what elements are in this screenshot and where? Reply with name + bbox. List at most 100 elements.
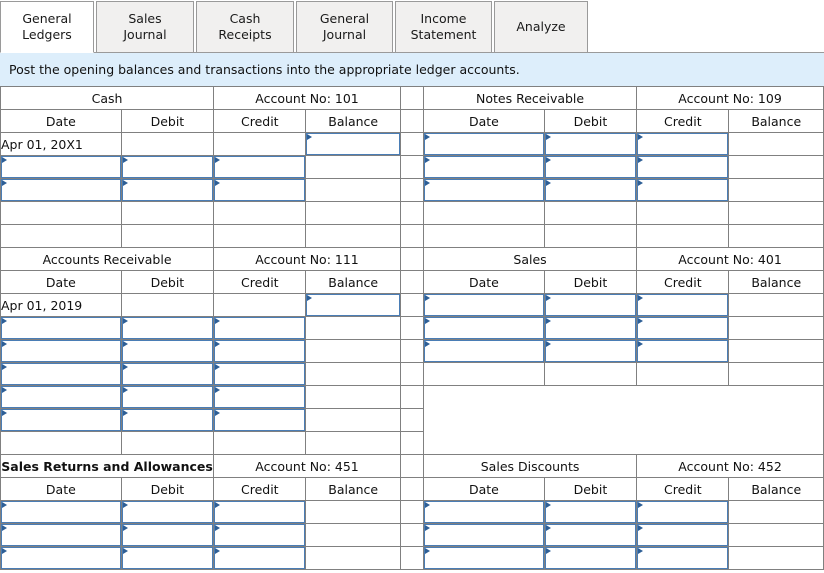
sales-returns-credit-input[interactable]: [213, 523, 307, 547]
accounts-receivable-date-input[interactable]: [0, 385, 122, 409]
gutter-cell: [399, 523, 425, 547]
account-no-sales-returns: Account No: 451: [213, 454, 401, 478]
notes-receivable-credit-input[interactable]: [636, 155, 730, 179]
cash-date-input[interactable]: [0, 155, 122, 179]
sales-discounts-balance-cell: [728, 500, 824, 524]
notes-receivable-credit-input[interactable]: [636, 178, 730, 202]
account-title-notes-receivable: Notes Receivable: [423, 86, 638, 110]
tab-income-statement[interactable]: Income Statement: [395, 1, 492, 53]
cash-credit-input[interactable]: [213, 178, 307, 202]
sales-credit-input[interactable]: [636, 293, 730, 317]
accounts-receivable-credit-input[interactable]: [213, 316, 307, 340]
sales-balance-cell: [728, 293, 824, 317]
sales-credit-input[interactable]: [636, 339, 730, 363]
notes-receivable-debit-input[interactable]: [543, 178, 638, 202]
accounts-receivable-credit-input[interactable]: [213, 385, 307, 409]
sales-date-input[interactable]: [423, 316, 545, 340]
cash-debit-input[interactable]: [120, 178, 215, 202]
account-title-sales-discounts: Sales Discounts: [423, 454, 638, 478]
column-header-balance: Balance: [728, 270, 824, 294]
sales-empty-area: [423, 385, 824, 455]
sales-returns-date-input[interactable]: [0, 500, 122, 524]
column-header-debit: Debit: [543, 270, 638, 294]
sales-returns-debit-input[interactable]: [120, 500, 215, 524]
column-header-balance: Balance: [728, 109, 824, 133]
notes-receivable-date-input[interactable]: [423, 178, 545, 202]
tab-general-journal[interactable]: General Journal: [296, 1, 393, 53]
sales-returns-debit-input[interactable]: [120, 523, 215, 547]
tab-analyze[interactable]: Analyze: [494, 1, 588, 53]
gutter-cell: [399, 178, 425, 202]
gutter-cell: [399, 270, 425, 294]
ledger-row: [0, 155, 824, 179]
sales-returns-date-input[interactable]: [0, 523, 122, 547]
sales-discounts-debit-input[interactable]: [543, 500, 638, 524]
cash-debit-input[interactable]: [120, 155, 215, 179]
sales-returns-debit-input[interactable]: [120, 546, 215, 570]
gutter-cell: [399, 362, 425, 386]
sales-date-input[interactable]: [423, 339, 545, 363]
ledger-row: [0, 500, 824, 524]
account-no-sales: Account No: 401: [636, 247, 824, 271]
accounts-receivable-credit-input[interactable]: [213, 339, 307, 363]
sales-returns-date-input[interactable]: [0, 546, 122, 570]
sales-balance-cell: [728, 362, 824, 386]
accounts-receivable-credit-cell: [213, 293, 307, 317]
notes-receivable-date-input[interactable]: [423, 155, 545, 179]
notes-receivable-debit-input[interactable]: [543, 155, 638, 179]
notes-receivable-credit-input[interactable]: [636, 132, 730, 156]
accounts-receivable-credit-input[interactable]: [213, 362, 307, 386]
sales-debit-cell: [543, 362, 638, 386]
accounts-receivable-debit-input[interactable]: [120, 362, 215, 386]
tab-general-ledgers[interactable]: General Ledgers: [0, 1, 94, 53]
sales-discounts-debit-input[interactable]: [543, 546, 638, 570]
sales-debit-input[interactable]: [543, 339, 638, 363]
column-header-credit: Credit: [636, 109, 730, 133]
accounts-receivable-date-input[interactable]: [0, 362, 122, 386]
cash-credit-input[interactable]: [213, 155, 307, 179]
sales-returns-balance-cell: [305, 546, 401, 570]
cash-debit-cell: [120, 132, 215, 156]
tab-cash-receipts[interactable]: Cash Receipts: [196, 1, 294, 53]
tab-sales-journal[interactable]: Sales Journal: [96, 1, 194, 53]
gutter-cell: [399, 339, 425, 363]
sales-debit-input[interactable]: [543, 316, 638, 340]
column-header-date: Date: [0, 477, 122, 501]
accounts-receivable-debit-input[interactable]: [120, 408, 215, 432]
sales-discounts-date-input[interactable]: [423, 546, 545, 570]
notes-receivable-debit-input[interactable]: [543, 132, 638, 156]
cash-balance-input[interactable]: [305, 132, 401, 156]
accounts-receivable-date-input[interactable]: [0, 408, 122, 432]
sales-returns-credit-input[interactable]: [213, 546, 307, 570]
accounts-receivable-debit-input[interactable]: [120, 316, 215, 340]
sales-credit-input[interactable]: [636, 316, 730, 340]
gutter-cell: [399, 201, 425, 225]
ledger-row: [0, 385, 824, 455]
accounts-receivable-credit-input[interactable]: [213, 408, 307, 432]
sales-discounts-date-input[interactable]: [423, 523, 545, 547]
sales-returns-credit-input[interactable]: [213, 500, 307, 524]
sales-discounts-credit-input[interactable]: [636, 546, 730, 570]
notes-receivable-date-input[interactable]: [423, 132, 545, 156]
accounts-receivable-debit-input[interactable]: [120, 339, 215, 363]
cash-balance-cell: [305, 155, 401, 179]
accounts-receivable-debit-cell: [120, 293, 215, 317]
sales-discounts-debit-input[interactable]: [543, 523, 638, 547]
column-header-debit: Debit: [120, 477, 215, 501]
accounts-receivable-date-input[interactable]: [0, 316, 122, 340]
accounts-receivable-date-input[interactable]: [0, 339, 122, 363]
ledger-row: Apr 01, 20X1: [0, 132, 824, 156]
accounts-receivable-balance-input[interactable]: [305, 293, 401, 317]
column-header-debit: Debit: [120, 109, 215, 133]
sales-debit-input[interactable]: [543, 293, 638, 317]
ledger-row: [0, 339, 824, 363]
sales-discounts-credit-input[interactable]: [636, 500, 730, 524]
cash-date-input[interactable]: [0, 178, 122, 202]
accounts-receivable-balance-cell: [305, 385, 401, 409]
sales-date-input[interactable]: [423, 293, 545, 317]
column-header-credit: Credit: [213, 109, 307, 133]
accounts-receivable-balance-cell: [305, 316, 401, 340]
sales-discounts-credit-input[interactable]: [636, 523, 730, 547]
sales-discounts-date-input[interactable]: [423, 500, 545, 524]
accounts-receivable-debit-input[interactable]: [120, 385, 215, 409]
